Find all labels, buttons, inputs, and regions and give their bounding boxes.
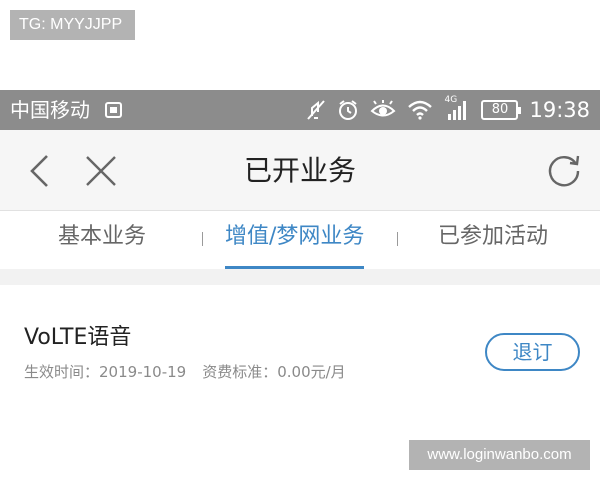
battery-icon: 80 [481, 100, 522, 120]
eye-icon [370, 100, 396, 120]
watermark-top: TG: MYYJJPP [10, 10, 135, 40]
tab-basic-services[interactable]: 基本业务 [58, 211, 146, 269]
page-title: 已开业务 [243, 154, 356, 187]
effective-time-label: 生效时间： [24, 363, 100, 381]
tab-divider [397, 232, 398, 246]
tab-bar: 基本业务 增值/梦网业务 已参加活动 [0, 211, 600, 269]
status-icons: 4G 80 19:38 [306, 90, 590, 130]
status-time: 19:38 [529, 98, 590, 122]
refresh-icon[interactable] [545, 152, 583, 190]
tab-joined-activities[interactable]: 已参加活动 [438, 211, 548, 269]
list-item: VoLTE语音 生效时间：2019-10-19 资费标准：0.00元/月 退订 [0, 285, 600, 405]
fee-label: 资费标准： [202, 363, 278, 381]
effective-time-value: 2019-10-19 [99, 363, 187, 381]
watermark-bottom: www.loginwanbo.com [409, 440, 590, 470]
carrier-name: 中国移动 [10, 98, 90, 122]
alarm-icon [337, 99, 359, 121]
mute-icon [306, 99, 326, 121]
status-bar: 中国移动 4G 80 19:38 [0, 90, 600, 130]
image-notification-icon [105, 102, 122, 118]
section-divider [0, 269, 600, 285]
unsubscribe-button[interactable]: 退订 [485, 333, 580, 371]
fee-value: 0.00元/月 [277, 363, 346, 381]
wifi-icon [407, 100, 433, 120]
tab-divider [202, 232, 203, 246]
tab-value-added-services[interactable]: 增值/梦网业务 [225, 211, 365, 269]
signal-icon: 4G [444, 96, 470, 123]
service-name: VoLTE语音 [24, 325, 132, 350]
nav-bar: 已开业务 [0, 130, 600, 211]
service-meta: 生效时间：2019-10-19 资费标准：0.00元/月 [24, 361, 346, 382]
